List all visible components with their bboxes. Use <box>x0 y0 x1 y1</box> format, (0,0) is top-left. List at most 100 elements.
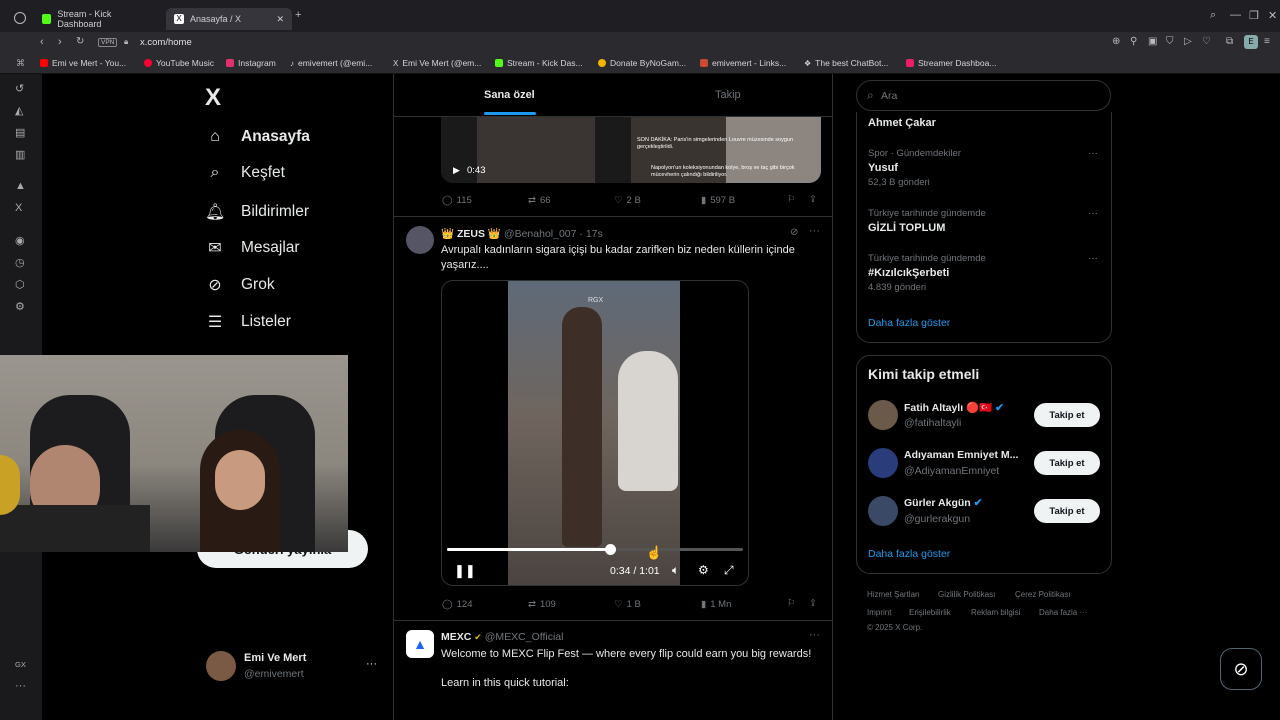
settings-icon[interactable]: ⚙ <box>698 563 709 577</box>
more-icon[interactable]: ··· <box>15 680 26 692</box>
avatar[interactable] <box>206 651 236 681</box>
x-app-icon[interactable]: X <box>15 202 22 214</box>
extensions-icon[interactable]: ⧉ <box>1226 36 1233 47</box>
nav-messages[interactable]: ✉ Mesajlar <box>205 238 299 258</box>
post-time[interactable]: · 17s <box>579 228 602 240</box>
nav-explore[interactable]: ⌕ Keşfet <box>205 164 285 182</box>
footer-link[interactable]: Daha fazla ··· <box>1039 608 1087 617</box>
profile-avatar-icon[interactable]: E <box>1244 35 1258 49</box>
share-icon[interactable]: ⇪ <box>809 194 817 205</box>
profile-more-icon[interactable]: ··· <box>366 658 377 670</box>
search-tabs-icon[interactable]: ⌕ <box>1210 9 1216 22</box>
settings-icon[interactable]: ⚙ <box>15 300 25 313</box>
bookmark-item[interactable]: Donate ByNoGam... <box>598 58 686 68</box>
url-field[interactable]: x.com/home <box>140 37 192 48</box>
x-logo[interactable]: X <box>205 84 221 112</box>
shield-icon[interactable]: ⛉ <box>1166 36 1174 47</box>
search-input[interactable] <box>881 87 1101 105</box>
author-name[interactable]: MEXC <box>441 631 471 643</box>
bookmark-item[interactable]: ♪ emivemert (@emi... <box>290 58 372 68</box>
volume-icon[interactable]: 🔈︎ <box>672 563 679 578</box>
nav-home[interactable]: ⌂ Anasayfa <box>205 128 310 146</box>
tab-for-you[interactable]: Sana özel <box>484 89 535 101</box>
repost-button[interactable]: ⇄ 66 <box>528 195 551 206</box>
bookmark-item[interactable]: emivemert - Links... <box>700 58 786 68</box>
share-icon[interactable]: ⇪ <box>809 598 817 609</box>
post-media[interactable]: SON DAKİKA: Paris'in simgelerinden Louvr… <box>441 117 821 183</box>
trend-item[interactable]: Türkiye tarihinde gündemde GİZLİ TOPLUM <box>868 208 986 234</box>
follow-button[interactable]: Takip et <box>1034 499 1100 523</box>
menu-icon[interactable]: ≡ <box>1264 36 1270 47</box>
pause-icon[interactable]: ❚❚ <box>454 563 476 579</box>
like-button[interactable]: ♡ 1 B <box>614 599 641 610</box>
more-icon[interactable]: ··· <box>1088 208 1098 219</box>
back-icon[interactable]: ‹ <box>40 36 44 48</box>
browser-tab-x[interactable]: X Anasayfa / X ✕ <box>166 8 292 30</box>
user-name[interactable]: Gürler Akgün ✔ <box>904 497 982 509</box>
author-name[interactable]: 👑 ZEUS 👑 <box>441 228 501 240</box>
nav-lists[interactable]: ☰ Listeler <box>205 312 291 332</box>
vpn-badge[interactable]: VPN <box>98 38 118 47</box>
author-handle[interactable]: @Benahol_007 <box>504 228 577 240</box>
user-name[interactable]: Fatih Altaylı 🔴🇹🇷 ✔ <box>904 401 1004 414</box>
trend-item[interactable]: Ahmet Çakar <box>868 117 936 129</box>
reply-button[interactable]: ◯ 124 <box>442 599 473 610</box>
clock-icon[interactable]: ◷ <box>15 256 25 269</box>
views-button[interactable]: ▮ 597 B <box>701 195 735 206</box>
video-progress-handle[interactable] <box>605 544 616 555</box>
avatar[interactable] <box>868 496 898 526</box>
grok-floating-icon[interactable]: ⊘ <box>1220 648 1262 690</box>
bookmark-item[interactable]: X Emi Ve Mert (@em... <box>393 58 481 68</box>
bookmark-item[interactable]: YouTube Music <box>144 58 214 68</box>
messenger-icon[interactable]: ▥ <box>15 148 25 161</box>
avatar[interactable] <box>868 448 898 478</box>
snapshot-icon[interactable]: ▣ <box>1148 36 1157 47</box>
footer-link[interactable]: Gizlilik Politikası <box>938 590 995 599</box>
bookmark-item[interactable]: ❖ The best ChatBot... <box>804 58 888 68</box>
video-player[interactable]: RGX ❚❚ 0:34 / 1:01 🔈︎ ⚙ ⤢ <box>441 280 749 586</box>
zoom-icon[interactable]: ⊕ <box>1112 36 1120 47</box>
fullscreen-icon[interactable]: ⤢ <box>724 563 734 578</box>
play-icon[interactable]: ▷ <box>1184 36 1192 47</box>
search-box[interactable]: ⌕ <box>856 80 1111 111</box>
show-more-link[interactable]: Daha fazla göster <box>868 548 950 560</box>
browser-tab-kick[interactable]: Stream - Kick Dashboard <box>34 8 160 30</box>
show-more-link[interactable]: Daha fazla göster <box>868 317 950 329</box>
camera-icon[interactable]: ⌘ <box>16 58 25 69</box>
app-icon[interactable]: ▲ <box>15 180 26 192</box>
avatar[interactable] <box>868 400 898 430</box>
more-icon[interactable]: ··· <box>1088 253 1098 264</box>
bookmark-item[interactable]: Instagram <box>226 58 276 68</box>
repost-button[interactable]: ⇄ 109 <box>528 599 556 610</box>
aria-icon[interactable]: ◭ <box>15 104 23 117</box>
more-icon[interactable]: ··· <box>809 629 820 641</box>
trend-item[interactable]: Türkiye tarihinde gündemde #KızılcıkŞerb… <box>868 253 986 293</box>
bookmark-item[interactable]: Streamer Dashboa... <box>906 58 996 68</box>
close-tab-icon[interactable]: ✕ <box>276 14 284 25</box>
minimize-icon[interactable]: — <box>1230 9 1241 21</box>
follow-button[interactable]: Takip et <box>1034 451 1100 475</box>
footer-link[interactable]: Erişilebilirlik <box>909 608 951 617</box>
restore-icon[interactable]: ❐ <box>1249 9 1259 22</box>
trend-item[interactable]: Spor · Gündemdekiler Yusuf 52,3 B gönder… <box>868 148 961 188</box>
music-icon[interactable]: ◉ <box>15 234 25 247</box>
bookmark-item[interactable]: Stream - Kick Das... <box>495 58 583 68</box>
grok-post-icon[interactable]: ⊘ <box>790 227 798 238</box>
reload-icon[interactable]: ↻ <box>76 36 84 47</box>
user-name[interactable]: Adıyaman Emniyet M... <box>904 449 1018 461</box>
lock-icon[interactable]: 🔒︎ <box>124 37 128 47</box>
bookmark-icon[interactable]: ⚐ <box>787 194 796 205</box>
new-tab-icon[interactable]: + <box>295 9 301 21</box>
cube-icon[interactable]: ⬡ <box>15 278 25 291</box>
tab-following[interactable]: Takip <box>715 89 741 101</box>
reply-button[interactable]: ◯ 115 <box>442 195 472 206</box>
mexc-logo-icon[interactable]: ▲ <box>406 630 434 658</box>
author-handle[interactable]: @MEXC_Official <box>485 631 564 643</box>
nav-notifications[interactable]: 🔔︎ Bildirimler <box>205 202 309 222</box>
like-button[interactable]: ♡ 2 B <box>614 195 641 206</box>
heart-icon[interactable]: ♡ <box>1202 36 1211 47</box>
forward-icon[interactable]: › <box>58 36 62 48</box>
footer-link[interactable]: Hizmet Şartları <box>867 590 920 599</box>
more-icon[interactable]: ··· <box>809 225 820 237</box>
footer-link[interactable]: Reklam bilgisi <box>971 608 1020 617</box>
